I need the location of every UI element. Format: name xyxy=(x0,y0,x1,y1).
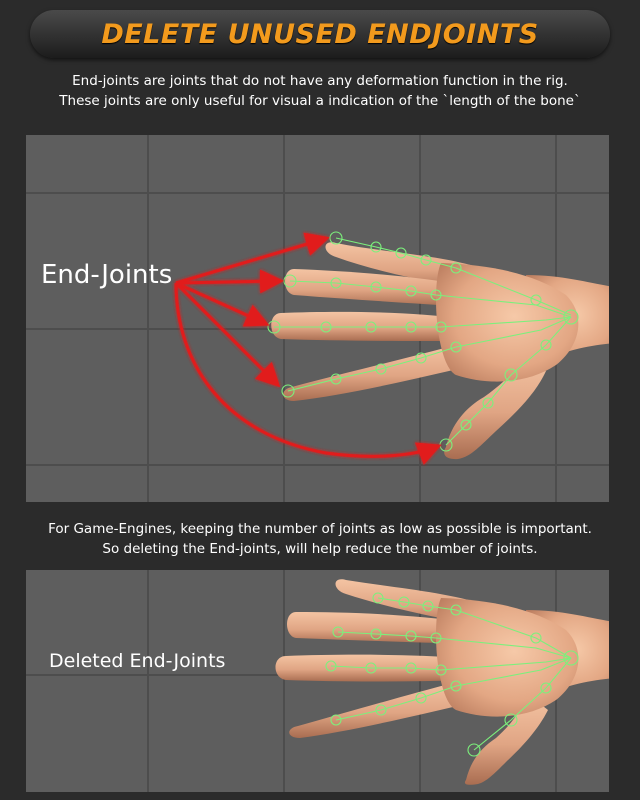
title-banner: DELETE UNUSED ENDJOINTS xyxy=(30,10,610,58)
page-title: DELETE UNUSED ENDJOINTS xyxy=(101,18,539,50)
end-joints-label: End-Joints xyxy=(41,260,173,290)
middle-line-1: For Game-Engines, keeping the number of … xyxy=(48,521,592,537)
hand-model-2 xyxy=(275,579,609,785)
intro-line-1: End-joints are joints that do not have a… xyxy=(72,73,568,89)
viewport-scene-2 xyxy=(26,570,609,792)
deleted-end-joints-label: Deleted End-Joints xyxy=(49,650,226,672)
viewport-with-end-joints: End-Joints xyxy=(26,135,609,502)
middle-line-2: So deleting the End-joints, will help re… xyxy=(102,541,538,557)
intro-line-2: These joints are only useful for visual … xyxy=(59,93,581,109)
middle-text: For Game-Engines, keeping the number of … xyxy=(0,519,640,559)
viewport-scene xyxy=(26,135,609,502)
intro-text: End-joints are joints that do not have a… xyxy=(0,71,640,111)
viewport-deleted-end-joints: Deleted End-Joints xyxy=(26,570,609,792)
hand-model xyxy=(271,242,609,460)
